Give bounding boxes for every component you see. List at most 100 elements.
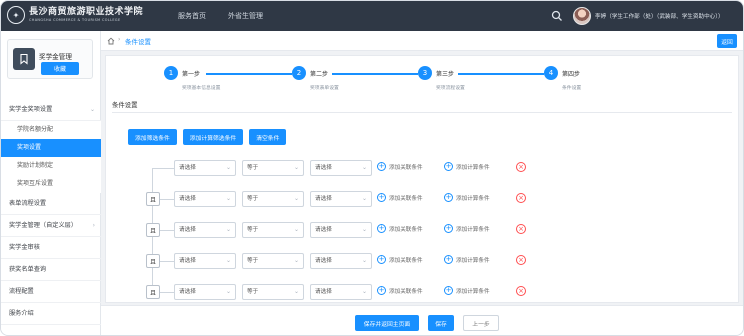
app-card-title: 奖学金管理 [39, 53, 72, 61]
step-connector [206, 73, 292, 75]
chevron-down-icon: ⌄ [361, 288, 367, 295]
sidebar-item-label: 奖项互斥设置 [17, 180, 54, 187]
link-label: 添加计算条件 [456, 195, 490, 202]
sidebar-item-4[interactable]: 奖项互斥设置 [1, 175, 101, 193]
plus-circle-icon: + [444, 286, 453, 295]
and-toggle[interactable]: 且 [146, 223, 160, 237]
select-value: 请选择 [179, 165, 196, 171]
clear-conditions-button[interactable]: 清空条件 [249, 129, 287, 145]
search-icon[interactable] [551, 10, 563, 22]
chevron-down-icon: ⌄ [293, 195, 299, 202]
previous-step-button[interactable]: 上一步 [463, 315, 499, 331]
nav-home[interactable]: 服务首页 [167, 1, 217, 31]
step-title: 第一步 [182, 71, 201, 78]
value-select[interactable]: 请选择 ⌄ [310, 253, 372, 269]
breadcrumb-current[interactable]: 条件设置 [125, 36, 151, 46]
sidebar-item-10[interactable]: 服务介绍 [1, 303, 101, 325]
sidebar-item-9[interactable]: 流程配置 [1, 281, 101, 303]
school-logo[interactable]: ✦ 長沙商贸旅游职业技术学院 CHANGSHA COMMERCE & TOURI… [7, 6, 143, 24]
delete-condition-icon[interactable]: × [516, 286, 526, 296]
nav-outside-students[interactable]: 外省生管理 [217, 1, 274, 31]
sidebar-item-1[interactable]: 学院名额分配 [1, 121, 101, 139]
step-desc: 奖项流程设置 [436, 86, 465, 91]
user-name: 李婷（学生工作部（处）（武装部、学生资助中心）） [595, 14, 724, 20]
and-toggle[interactable]: 且 [146, 192, 160, 206]
operator-select[interactable]: 等于 ⌄ [242, 253, 304, 269]
delete-condition-icon[interactable]: × [516, 224, 526, 234]
add-calc-condition-link[interactable]: + 添加计算条件 [444, 193, 490, 202]
field-select[interactable]: 请选择 ⌄ [174, 160, 236, 176]
step-desc: 条件设置 [562, 86, 582, 91]
add-related-condition-link[interactable]: + 添加关联条件 [377, 286, 423, 295]
chevron-down-icon: ⌄ [293, 226, 299, 233]
operator-select[interactable]: 等于 ⌄ [242, 160, 304, 176]
value-select[interactable]: 请选择 ⌄ [310, 284, 372, 300]
plus-circle-icon: + [377, 193, 386, 202]
condition-row: 请选择 ⌄ 等于 ⌄ 请选择 ⌄ + 添加关联条件 + 添加计算条件 × [132, 158, 552, 178]
favorite-button[interactable]: 收藏 [41, 62, 79, 75]
add-related-condition-link[interactable]: + 添加关联条件 [377, 255, 423, 264]
add-calc-condition-link[interactable]: + 添加计算条件 [444, 255, 490, 264]
field-select[interactable]: 请选择 ⌄ [174, 284, 236, 300]
operator-select[interactable]: 等于 ⌄ [242, 191, 304, 207]
step-number: 4 [544, 66, 558, 80]
field-select[interactable]: 请选择 ⌄ [174, 222, 236, 238]
save-and-return-button[interactable]: 保存并返回主页面 [355, 315, 419, 331]
sidebar-item-8[interactable]: 获奖名单查询 [1, 259, 101, 281]
link-label: 添加关联条件 [389, 195, 423, 202]
link-label: 添加计算条件 [456, 226, 490, 233]
section-title: 条件设置 [112, 101, 138, 109]
sidebar-item-7[interactable]: 奖学金审核 [1, 237, 101, 259]
back-button[interactable]: 返回 [717, 34, 737, 48]
home-icon[interactable] [107, 37, 115, 45]
add-calc-condition-link[interactable]: + 添加计算条件 [444, 224, 490, 233]
and-toggle[interactable]: 且 [146, 285, 160, 299]
add-calc-condition-link[interactable]: + 添加计算条件 [444, 162, 490, 171]
delete-condition-icon[interactable]: × [516, 255, 526, 265]
step-desc: 奖项基本信息设置 [182, 86, 221, 91]
add-calc-condition-link[interactable]: + 添加计算条件 [444, 286, 490, 295]
add-related-condition-link[interactable]: + 添加关联条件 [377, 224, 423, 233]
section-divider [112, 112, 732, 113]
operator-select[interactable]: 等于 ⌄ [242, 284, 304, 300]
top-nav: 服务首页 外省生管理 [167, 1, 274, 31]
delete-condition-icon[interactable]: × [516, 162, 526, 172]
field-select[interactable]: 请选择 ⌄ [174, 253, 236, 269]
sidebar-item-2[interactable]: 奖项设置 [1, 139, 101, 157]
bookmark-icon [13, 48, 35, 70]
add-filter-button[interactable]: 添加筛选条件 [128, 129, 177, 145]
chevron-down-icon: ⌄ [361, 226, 367, 233]
sidebar-item-6[interactable]: 奖学金管理（自定义层） › [1, 215, 101, 237]
sidebar: 奖学金管理 收藏 奖学金奖项设置 ⌄ 学院名额分配 奖项设置 奖励计划制定奖项互斥设置表… [1, 31, 101, 335]
delete-condition-icon[interactable]: × [516, 193, 526, 203]
select-value: 等于 [247, 165, 259, 171]
link-label: 添加计算条件 [456, 288, 490, 295]
chevron-down-icon: ⌄ [225, 257, 231, 264]
condition-row: 且请选择 ⌄ 等于 ⌄ 请选择 ⌄ + 添加关联条件 + 添加计算条件 × [132, 251, 552, 271]
chevron-down-icon: ⌄ [225, 164, 231, 171]
link-label: 添加计算条件 [456, 257, 490, 264]
sidebar-item-0[interactable]: 奖学金奖项设置 ⌄ [1, 99, 101, 121]
sidebar-item-5[interactable]: 表单流程设置 [1, 193, 101, 215]
plus-circle-icon: + [444, 193, 453, 202]
sidebar-item-3[interactable]: 奖励计划制定 [1, 157, 101, 175]
add-calc-filter-button[interactable]: 添加计算筛选条件 [182, 129, 244, 145]
user-menu[interactable]: 李婷（学生工作部（处）（武装部、学生资助中心）） [573, 7, 724, 25]
operator-select[interactable]: 等于 ⌄ [242, 222, 304, 238]
value-select[interactable]: 请选择 ⌄ [310, 160, 372, 176]
select-value: 等于 [247, 289, 259, 295]
link-label: 添加关联条件 [389, 257, 423, 264]
field-select[interactable]: 请选择 ⌄ [174, 191, 236, 207]
select-value: 请选择 [315, 258, 332, 264]
add-related-condition-link[interactable]: + 添加关联条件 [377, 162, 423, 171]
and-toggle[interactable]: 且 [146, 254, 160, 268]
plus-circle-icon: + [377, 224, 386, 233]
value-select[interactable]: 请选择 ⌄ [310, 191, 372, 207]
sidebar-item-label: 流程配置 [9, 288, 34, 295]
save-button[interactable]: 保存 [428, 315, 454, 331]
value-select[interactable]: 请选择 ⌄ [310, 222, 372, 238]
logo-subtitle: CHANGSHA COMMERCE & TOURISM COLLEGE [29, 17, 121, 22]
chevron-down-icon: ⌄ [293, 288, 299, 295]
step-desc: 奖项表单设置 [310, 86, 339, 91]
add-related-condition-link[interactable]: + 添加关联条件 [377, 193, 423, 202]
